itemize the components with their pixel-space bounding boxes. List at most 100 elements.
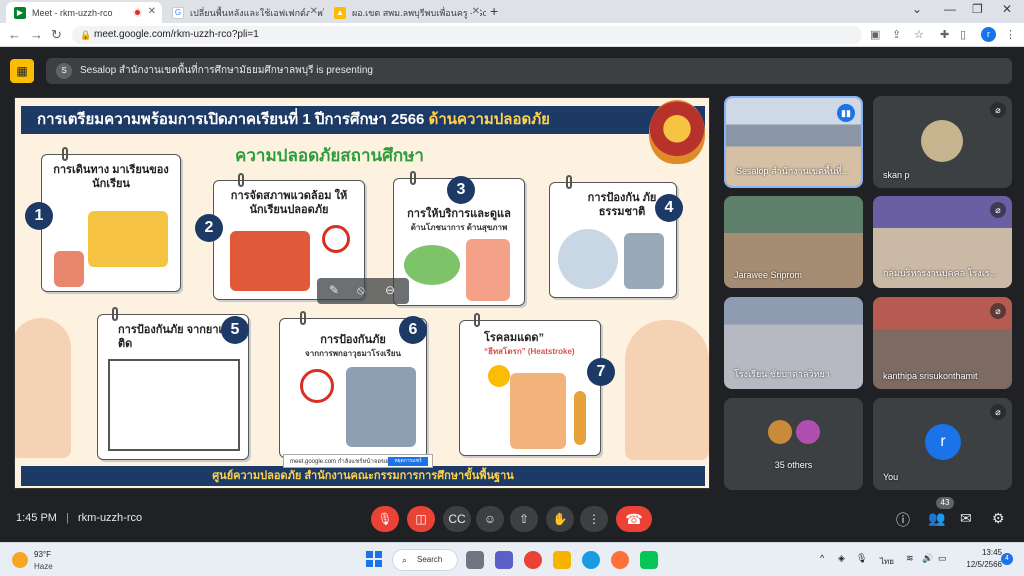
profile-avatar[interactable]: r [981, 27, 996, 42]
side-panel-icon[interactable]: ▯ [960, 28, 966, 41]
official-letter-icon [108, 359, 240, 451]
presentation-slide[interactable]: การเตรียมความพร้อมการเปิดภาคเรียนที่ 1 ป… [14, 97, 710, 489]
stop-presenting-button[interactable]: ▦ [10, 59, 34, 83]
participant-tile-others[interactable]: 35 others [724, 398, 863, 490]
children-icon [54, 251, 84, 287]
close-tab-icon[interactable]: ✕ [309, 6, 318, 17]
tray-chevron-icon[interactable]: ^ [820, 553, 824, 563]
student-boy-illustration [15, 318, 71, 458]
address-bar[interactable]: 🔒 meet.google.com/rkm-uzzh-rco?pli=1 [72, 26, 862, 44]
browser-toolbar: ← → ↻ 🔒 meet.google.com/rkm-uzzh-rco?pli… [0, 23, 1024, 47]
recording-icon [133, 8, 142, 17]
browser-tab-bar: ▶ Meet - rkm-uzzh-rco ✕ G เปลี่ยนพื้นหลั… [0, 0, 1024, 23]
participant-avatar [796, 420, 820, 444]
microphone-icon[interactable]: 🎙 [856, 553, 867, 564]
item-number: 1 [25, 202, 53, 230]
participant-tile-kanthipa[interactable]: ⌀ kanthipa srisukonthamit [873, 297, 1012, 389]
separator: | [66, 512, 69, 524]
share-icon[interactable]: ⇪ [892, 28, 901, 41]
tab-title: ผอ.เขต สพม.ลพบุรีพบเพื่อนครู - Google [352, 7, 486, 18]
emoji-reaction-button[interactable]: ☺ [476, 506, 504, 532]
volume-icon[interactable]: 🔊 [922, 553, 933, 564]
clip-icon [238, 173, 244, 187]
current-time: 1:45 PM [16, 512, 57, 524]
tab-google-help[interactable]: G เปลี่ยนพื้นหลังและใช้เอฟเฟกต์ภาพใน Goo… [164, 2, 324, 23]
file-explorer-icon[interactable] [553, 551, 571, 569]
reload-icon[interactable]: ↻ [51, 27, 62, 43]
card-sub: “ฮีทสโตรก” (Heatstroke) [484, 347, 575, 356]
start-button[interactable] [366, 551, 382, 567]
tornado-icon [624, 233, 664, 289]
close-window-icon[interactable]: ✕ [1002, 2, 1012, 16]
hide-icon[interactable]: ⦸ [357, 283, 365, 298]
sharing-notification-chip: meet.google.com กำลังแชร์หน้าจอของคุณ หย… [283, 454, 433, 468]
minimize-icon[interactable]: — [944, 2, 956, 16]
camera-toggle-button[interactable]: ◫ [407, 506, 435, 532]
new-tab-button[interactable]: + [490, 3, 498, 19]
battery-icon[interactable]: ▭ [938, 553, 947, 564]
tab-meet[interactable]: ▶ Meet - rkm-uzzh-rco ✕ [6, 2, 162, 23]
presenter-avatar: S [56, 63, 72, 79]
clip-icon [112, 307, 118, 321]
participant-name: Jarawee Sriprom [734, 270, 803, 280]
participant-tile-school[interactable]: โรงเรียน ชัยบาดาลวิทยา [724, 297, 863, 389]
edge-icon[interactable] [582, 551, 600, 569]
more-options-button[interactable]: ⋮ [580, 506, 608, 532]
system-clock[interactable]: 13:45 12/5/2566 [958, 547, 1002, 571]
input-language[interactable]: ไทย [880, 555, 894, 568]
present-now-button[interactable]: ⇧ [510, 506, 538, 532]
stop-sharing-button[interactable]: หยุดการแชร์ [388, 457, 428, 466]
meeting-info-icon[interactable]: ⓘ [896, 510, 910, 530]
participant-tile-personnel[interactable]: ⌀ กลุ่มบริหารงานบุคคล โรงเร... [873, 196, 1012, 288]
chrome-icon[interactable] [524, 551, 542, 569]
task-view-icon[interactable] [466, 551, 484, 569]
tab-search-icon[interactable]: ⌄ [912, 2, 922, 16]
camera-icon[interactable]: ▣ [870, 28, 880, 41]
clip-icon [300, 311, 306, 325]
meeting-code: rkm-uzzh-rco [77, 512, 143, 524]
leave-call-button[interactable]: ☎ [616, 506, 652, 532]
forward-icon[interactable]: → [30, 27, 43, 42]
participant-tile-presenter[interactable]: ▮▮ Sesalop สำนักงานเขตพื้นที่... [724, 96, 863, 188]
mic-toggle-button[interactable]: 🎙 [371, 506, 399, 532]
meeting-details: 1:45 PM | rkm-uzzh-rco [16, 512, 142, 524]
healthy-food-icon [404, 245, 460, 285]
teams-chat-icon[interactable] [495, 551, 513, 569]
card-text: การจัดสภาพแวดล้อม ให้นักเรียนปลอดภัย [230, 190, 348, 216]
windows-taskbar: 93°F Haze ⌕ Search ^ ◈ 🎙 ไทย ≋ 🔊 ▭ 13:45… [0, 542, 1024, 576]
star-icon[interactable]: ☆ [914, 28, 924, 41]
extensions-icon[interactable]: ✚ [940, 28, 949, 41]
mic-off-icon[interactable]: ✎ [329, 283, 339, 297]
slide-title-main: การเตรียมความพร้อมการเปิดภาคเรียนที่ 1 ป… [37, 111, 425, 128]
participant-tile-you[interactable]: r ⌀ You [873, 398, 1012, 490]
tray-app-icon[interactable]: ◈ [838, 553, 845, 564]
student-girl-illustration [625, 320, 709, 460]
wifi-icon[interactable]: ≋ [906, 553, 914, 564]
participant-count-badge: 43 [936, 497, 954, 509]
more-icon[interactable]: ⊖ [385, 283, 395, 297]
captions-button[interactable]: CC [443, 506, 471, 532]
activities-icon[interactable]: ⚙ [992, 510, 1005, 527]
search-label: Search [417, 555, 443, 564]
people-icon[interactable]: 👥 [928, 510, 945, 527]
tab-drive[interactable]: ▲ ผอ.เขต สพม.ลพบุรีพบเพื่อนครู - Google … [326, 2, 486, 23]
item-number: 7 [587, 358, 615, 386]
participant-name: โรงเรียน ชัยบาดาลวิทยา [734, 369, 830, 379]
firefox-icon[interactable] [611, 551, 629, 569]
line-icon[interactable] [640, 551, 658, 569]
close-tab-icon[interactable]: ✕ [471, 6, 480, 17]
self-avatar: r [925, 424, 961, 460]
raise-hand-button[interactable]: ✋ [546, 506, 574, 532]
notification-badge[interactable]: 4 [1001, 553, 1013, 565]
maximize-icon[interactable]: ❐ [972, 2, 983, 16]
lock-icon: 🔒 [80, 30, 92, 40]
back-icon[interactable]: ← [8, 27, 21, 42]
meeting-controls-bar: 1:45 PM | rkm-uzzh-rco 🎙 ◫ CC ☺ ⇧ ✋ ⋮ ☎ … [0, 494, 1024, 542]
participant-tile-skan[interactable]: ⌀ skan p [873, 96, 1012, 188]
close-tab-icon[interactable]: ✕ [148, 6, 156, 17]
participant-tile-jarawee[interactable]: Jarawee Sriprom [724, 196, 863, 288]
clip-icon [566, 175, 572, 189]
chat-icon[interactable]: ✉ [960, 510, 972, 527]
taskbar-search[interactable]: ⌕ Search [392, 549, 458, 571]
menu-icon[interactable]: ⋮ [1005, 28, 1016, 41]
